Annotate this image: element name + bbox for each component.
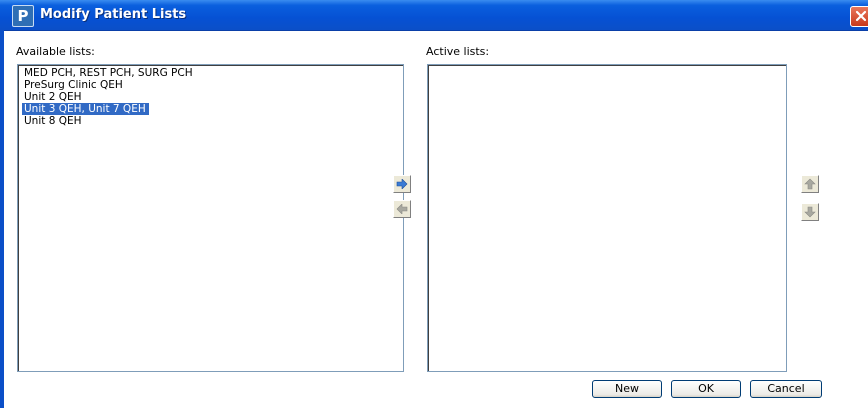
move-up-button[interactable] <box>801 175 819 193</box>
ok-button[interactable]: OK <box>671 380 741 398</box>
app-logo-icon: P <box>12 5 34 27</box>
list-item[interactable]: PreSurg Clinic QEH <box>22 79 126 91</box>
new-button[interactable]: New <box>592 380 662 398</box>
active-lists-box[interactable] <box>427 64 787 372</box>
left-arrow-icon <box>396 204 408 214</box>
list-item[interactable]: Unit 8 QEH <box>22 115 85 127</box>
remove-from-active-button[interactable] <box>393 200 411 218</box>
available-lists-box[interactable]: MED PCH, REST PCH, SURG PCH PreSurg Clin… <box>17 64 404 372</box>
down-arrow-icon <box>804 206 816 218</box>
up-arrow-icon <box>804 178 816 190</box>
list-item[interactable]: MED PCH, REST PCH, SURG PCH <box>22 67 196 79</box>
available-lists-label: Available lists: <box>16 45 95 58</box>
list-item-selected[interactable]: Unit 3 QEH, Unit 7 QEH <box>22 103 149 115</box>
close-button[interactable] <box>850 6 868 27</box>
close-icon <box>855 10 867 22</box>
window-border <box>0 30 4 408</box>
title-bar[interactable]: P Modify Patient Lists <box>0 0 868 31</box>
right-arrow-icon <box>396 179 408 189</box>
window-title: Modify Patient Lists <box>40 7 187 22</box>
cancel-button[interactable]: Cancel <box>750 380 822 398</box>
add-to-active-button[interactable] <box>393 175 411 193</box>
list-item[interactable]: Unit 2 QEH <box>22 91 85 103</box>
active-lists-label: Active lists: <box>426 45 490 58</box>
move-down-button[interactable] <box>801 203 819 221</box>
